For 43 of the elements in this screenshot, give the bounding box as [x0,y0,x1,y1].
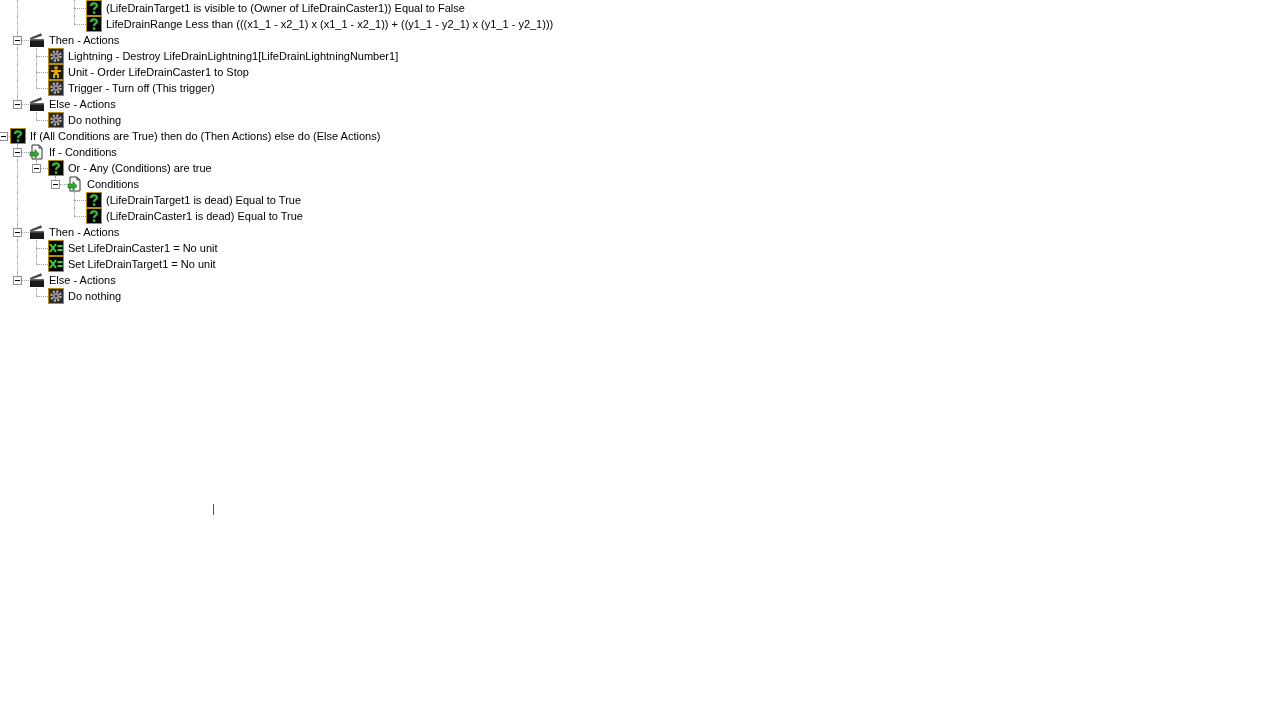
tree-item-label[interactable]: Then - Actions [49,32,120,48]
clapperboard-icon [29,224,45,240]
question-mark-icon [10,128,26,144]
tree-item-label[interactable]: (LifeDrainTarget1 is dead) Equal to True [106,192,302,208]
variable-set-icon [48,256,64,272]
collapse-toggle[interactable] [13,276,22,285]
variable-set-icon [48,240,64,256]
question-mark-icon [86,192,102,208]
tree-item-label[interactable]: If - Conditions [49,144,117,160]
document-arrow-icon [29,144,45,160]
tree-item-label[interactable]: (LifeDrainTarget1 is visible to (Owner of LifeDrainCaster1)) Equal to False [106,0,465,16]
tree-item-label[interactable]: Set LifeDrainTarget1 = No unit [68,256,216,272]
text-cursor [213,504,214,515]
question-mark-icon [86,16,102,32]
tree-item-label[interactable]: Else - Actions [49,272,116,288]
clapperboard-icon [29,272,45,288]
collapse-toggle[interactable] [32,164,41,173]
tree-item-label[interactable]: If (All Conditions are True) then do (Then Actions) else do (Else Actions) [30,128,381,144]
collapse-toggle[interactable] [13,228,22,237]
document-arrow-icon [67,176,83,192]
tree-item-label[interactable]: Set LifeDrainCaster1 = No unit [68,240,218,256]
figure-icon [48,64,64,80]
tree-item-label[interactable]: Do nothing [68,288,122,304]
tree-item-label[interactable]: Or - Any (Conditions) are true [68,160,212,176]
tree-item-label[interactable]: Then - Actions [49,224,120,240]
tree-item-label[interactable]: Unit - Order LifeDrainCaster1 to Stop [68,64,249,80]
tree-item-label[interactable]: Else - Actions [49,96,116,112]
collapse-toggle[interactable] [13,36,22,45]
question-mark-icon [48,160,64,176]
clapperboard-icon [29,32,45,48]
collapse-toggle[interactable] [13,100,22,109]
question-mark-icon [86,208,102,224]
collapse-toggle[interactable] [13,148,22,157]
tree-item-label[interactable]: Trigger - Turn off (This trigger) [68,80,215,96]
tree-item-label[interactable]: (LifeDrainCaster1 is dead) Equal to True [106,208,303,224]
tree-item-label[interactable]: Lightning - Destroy LifeDrainLightning1[LifeDrainLightningNumber1] [68,48,399,64]
tree-item-label[interactable]: Conditions [87,176,139,192]
tree-item-label[interactable]: Do nothing [68,112,122,128]
collapse-toggle[interactable] [51,180,60,189]
question-mark-icon [86,0,102,16]
clapperboard-icon [29,96,45,112]
tree-item-label[interactable]: LifeDrainRange Less than (((x1_1 - x2_1) x (x1_1 - x2_1)) + ((y1_1 - y2_1) x (y1_1 - y2_1))) [106,16,554,32]
collapse-toggle[interactable] [0,132,8,141]
